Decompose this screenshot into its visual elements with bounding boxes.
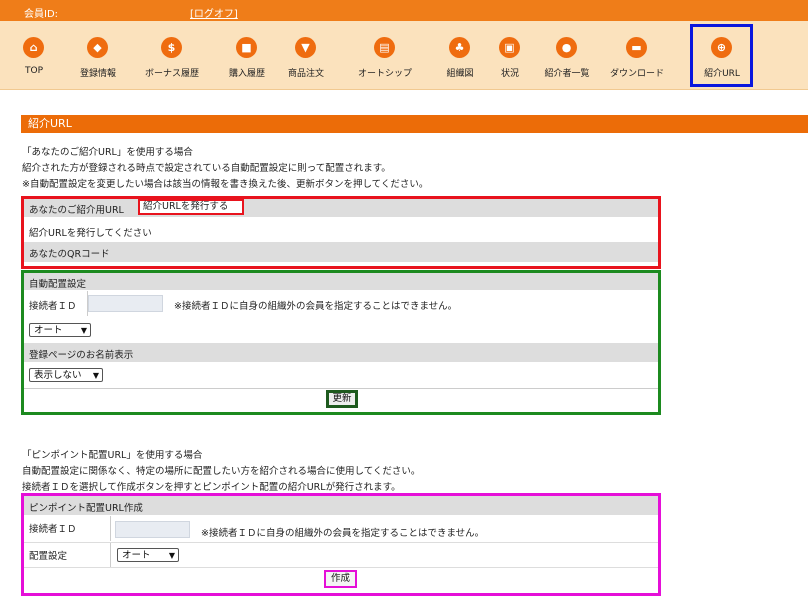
nav-item[interactable]: ▬ ダウンロード	[592, 21, 682, 90]
id-card-icon: ◆	[87, 37, 108, 58]
pinpoint-intro-line-3: 接続者ＩＤを選択して作成ボタンを押すとピンポイント配置の紹介URLが発行されます…	[22, 482, 401, 493]
intro-line-1: 「あなたのご紹介URL」を使用する場合	[22, 147, 193, 158]
home-icon: ⌂	[23, 37, 44, 58]
pinpoint-block-outline	[21, 493, 661, 596]
cart-icon: ▼	[295, 37, 316, 58]
member-id-label: 会員ID:	[24, 9, 59, 20]
section-title: 紹介URL	[21, 115, 808, 133]
dollar-icon: $	[161, 37, 182, 58]
chart-icon: ▣	[499, 37, 520, 58]
calendar-icon: ▤	[374, 37, 395, 58]
main-nav: ⌂ TOP ◆ 登録情報 $ ボーナス履歴 ■ 購入履歴 ▼ 商品注文 ▤ オートシップ ♣ 組織図 ▣ 状況…	[0, 21, 808, 90]
nav-item[interactable]: ▼ 商品注文	[261, 21, 351, 90]
nav-item-label: ダウンロード	[609, 69, 664, 79]
auto-block-outline	[21, 270, 661, 415]
logoff-link[interactable]: [ログオフ]	[190, 5, 238, 20]
url-block-outline	[21, 196, 661, 269]
intro-line-3: ※自動配置設定を変更したい場合は該当の情報を書き換えた後、更新ボタンを押してくだ…	[22, 179, 429, 190]
intro-line-2: 紹介された方が登録される時点で設定されている自動配置設定に則って配置されます。	[22, 163, 391, 174]
users-icon: ●	[556, 37, 577, 58]
member-bar: 会員ID: [ログオフ]	[0, 0, 808, 21]
nav-active-highlight	[690, 24, 753, 87]
bag-icon: ■	[236, 37, 257, 58]
pinpoint-intro-line-1: 「ピンポイント配置URL」を使用する場合	[22, 450, 203, 461]
pinpoint-intro-line-2: 自動配置設定に関係なく、特定の場所に配置したい方を紹介される場合に使用してくださ…	[22, 466, 421, 477]
nav-item-label: 商品注文	[287, 69, 324, 79]
folder-icon: ▬	[626, 37, 647, 58]
